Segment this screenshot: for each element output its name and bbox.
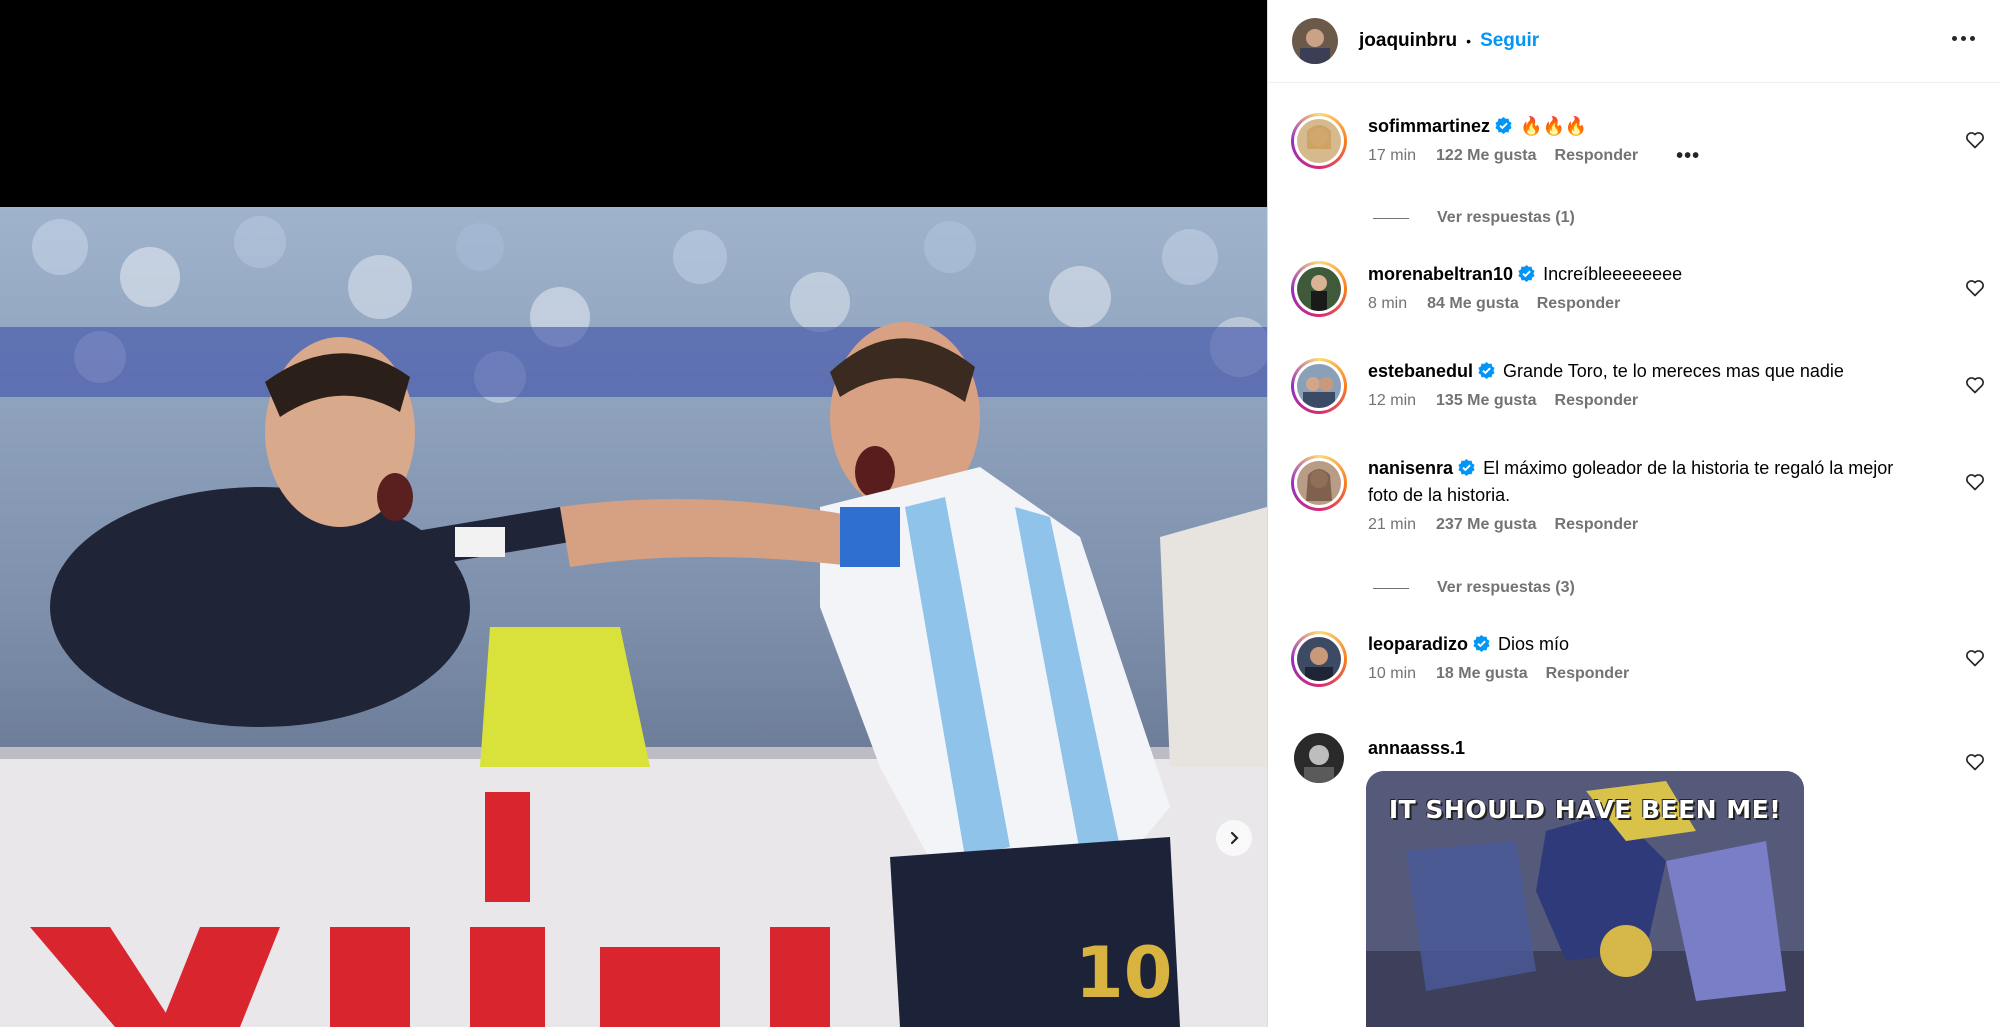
view-replies-label: Ver respuestas (3) (1437, 579, 1575, 596)
view-replies-label: Ver respuestas (1) (1437, 209, 1575, 226)
comment-username[interactable]: annaasss.1 (1368, 738, 1465, 758)
verified-badge-icon (1478, 361, 1495, 380)
heart-outline-icon[interactable] (1965, 278, 1985, 298)
comment-likes[interactable]: 122 Me gusta (1436, 147, 1536, 165)
post-header: joaquinbru • Seguir (1268, 0, 2000, 83)
jersey-number: 10 (1075, 932, 1172, 1014)
comment-time[interactable]: 17 min (1368, 147, 1416, 165)
avatar (1297, 119, 1341, 163)
author-avatar[interactable] (1292, 18, 1338, 64)
heart-outline-icon[interactable] (1965, 130, 1985, 150)
story-ring[interactable] (1291, 261, 1347, 317)
comment-likes[interactable]: 18 Me gusta (1436, 665, 1528, 683)
heart-outline-icon[interactable] (1965, 375, 1985, 395)
comment-options-icon[interactable]: ••• (1676, 146, 1700, 166)
reply-button[interactable]: Responder (1555, 147, 1639, 165)
comment-text: Increíbleeeeeeee (1543, 264, 1683, 284)
follow-button[interactable]: Seguir (1480, 30, 1539, 52)
verified-badge-icon (1518, 264, 1535, 283)
view-replies-button[interactable]: Ver respuestas (1) (1373, 209, 1575, 227)
verified-badge-icon (1458, 458, 1475, 477)
reply-button[interactable]: Responder (1555, 516, 1639, 534)
comment-text: Dios mío (1498, 634, 1570, 654)
comment-username[interactable]: leoparadizo (1368, 634, 1468, 654)
comment-text: Grande Toro, te lo mereces mas que nadie (1503, 361, 1844, 381)
comment-username[interactable]: morenabeltran10 (1368, 264, 1513, 284)
heart-outline-icon[interactable] (1965, 752, 1985, 772)
gif-attachment[interactable]: IT SHOULD HAVE BEEN ME! (1366, 771, 1804, 1027)
heart-outline-icon[interactable] (1965, 472, 1985, 492)
comment-time[interactable]: 8 min (1368, 295, 1407, 313)
comment-username[interactable]: sofimmartinez (1368, 116, 1490, 136)
story-ring[interactable] (1291, 631, 1347, 687)
verified-badge-icon (1495, 116, 1512, 135)
story-ring[interactable] (1291, 358, 1347, 414)
comment-time[interactable]: 10 min (1368, 665, 1416, 683)
reply-button[interactable]: Responder (1546, 665, 1630, 683)
comment-time[interactable]: 12 min (1368, 392, 1416, 410)
gif-caption: IT SHOULD HAVE BEEN ME! (1388, 795, 1782, 824)
post-media-panel: 10 (0, 0, 1267, 1027)
verified-badge-icon (1473, 634, 1490, 653)
avatar (1297, 461, 1341, 505)
divider (1373, 217, 1409, 219)
story-ring[interactable] (1291, 113, 1347, 169)
view-replies-button[interactable]: Ver respuestas (3) (1373, 579, 1575, 597)
comment-likes[interactable]: 135 Me gusta (1436, 392, 1536, 410)
comment-username[interactable]: nanisenra (1368, 458, 1453, 478)
comment-likes[interactable]: 84 Me gusta (1427, 295, 1519, 313)
avatar (1297, 364, 1341, 408)
reply-button[interactable]: Responder (1555, 392, 1639, 410)
reply-button[interactable]: Responder (1537, 295, 1621, 313)
heart-outline-icon[interactable] (1965, 648, 1985, 668)
comment-text: 🔥🔥🔥 (1520, 116, 1588, 136)
avatar (1297, 267, 1341, 311)
avatar[interactable] (1294, 733, 1344, 783)
more-options-icon[interactable] (1947, 26, 1979, 50)
comment-time[interactable]: 21 min (1368, 516, 1416, 534)
story-ring[interactable] (1291, 455, 1347, 511)
chevron-right-icon (1230, 831, 1239, 845)
avatar (1297, 637, 1341, 681)
comment-likes[interactable]: 237 Me gusta (1436, 516, 1536, 534)
author-username[interactable]: joaquinbru (1359, 30, 1457, 52)
next-image-button[interactable] (1216, 820, 1252, 856)
divider (1373, 587, 1409, 589)
header-separator: • (1466, 33, 1472, 49)
comment-username[interactable]: estebanedul (1368, 361, 1473, 381)
post-photo[interactable]: 10 (0, 207, 1267, 1027)
